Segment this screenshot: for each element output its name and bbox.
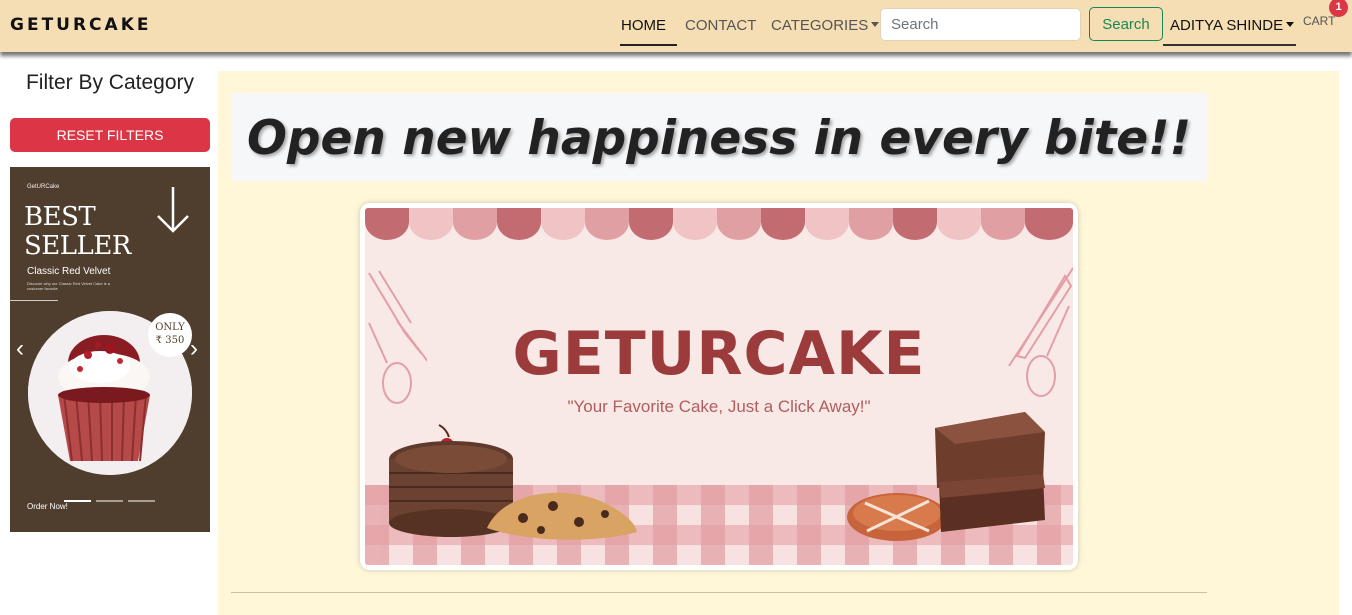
brand-logo[interactable]: GETURCAKE bbox=[10, 15, 151, 35]
reset-filters-button[interactable]: RESET FILTERS bbox=[10, 118, 210, 152]
promo-carousel[interactable]: GetURCake BEST SELLER Classic Red Velvet… bbox=[10, 167, 210, 532]
active-nav-indicator bbox=[620, 44, 677, 46]
carousel-heading-line2: SELLER bbox=[24, 231, 131, 261]
nav-categories-label: CATEGORIES bbox=[771, 17, 869, 34]
cart-link[interactable]: CART bbox=[1303, 14, 1335, 28]
carousel-product-name: Classic Red Velvet bbox=[27, 266, 111, 277]
brownie-illustration bbox=[935, 412, 1045, 532]
banner-tagline: "Your Favorite Cake, Just a Click Away!" bbox=[567, 397, 871, 416]
nav-home-link[interactable]: HOME bbox=[621, 17, 666, 34]
awning-decoration bbox=[365, 208, 1073, 240]
price-prefix: ONLY bbox=[155, 322, 185, 333]
price-value: ₹ 350 bbox=[155, 335, 185, 346]
nav-categories-dropdown[interactable]: CATEGORIES bbox=[771, 17, 880, 34]
carousel-indicator-2[interactable] bbox=[96, 500, 123, 502]
navbar: GETURCAKE HOME CONTACT CATEGORIES Search… bbox=[0, 0, 1352, 52]
section-divider bbox=[231, 592, 1207, 593]
carousel-indicator-1[interactable] bbox=[64, 500, 91, 502]
carousel-heading: BEST SELLER bbox=[24, 203, 131, 261]
caret-down-icon bbox=[871, 22, 880, 27]
banner-image: GETURCAKE "Your Favorite Cake, Just a Cl… bbox=[365, 208, 1073, 565]
nav-contact-link[interactable]: CONTACT bbox=[685, 17, 756, 34]
order-now-link[interactable]: Order Now! bbox=[27, 502, 68, 511]
carousel-description: Discover why our Classic Red Velvet Cake… bbox=[27, 281, 110, 291]
carousel-separator bbox=[10, 300, 58, 301]
hero-text: Open new happiness in every bite!! bbox=[246, 111, 1192, 166]
caret-down-icon bbox=[1286, 22, 1295, 27]
carousel-indicator-3[interactable] bbox=[128, 500, 155, 502]
carousel-prev-button[interactable]: ‹ bbox=[16, 335, 24, 363]
cookie-illustration bbox=[487, 492, 637, 540]
carousel-heading-line1: BEST bbox=[24, 202, 96, 232]
carousel-next-button[interactable]: › bbox=[190, 335, 198, 363]
search-button[interactable]: Search bbox=[1089, 7, 1163, 41]
carousel-brand: GetURCake bbox=[27, 184, 60, 190]
user-name: ADITYA SHINDE bbox=[1170, 17, 1284, 34]
arrow-down-icon bbox=[157, 187, 189, 233]
user-menu-dropdown[interactable]: ADITYA SHINDE bbox=[1163, 8, 1296, 46]
price-badge: ONLY ₹ 350 bbox=[148, 313, 192, 357]
filter-title: Filter By Category bbox=[25, 71, 195, 94]
banner-title: GETURCAKE bbox=[512, 319, 926, 389]
cart-count-badge: 1 bbox=[1329, 0, 1348, 17]
hero-banner: Open new happiness in every bite!! bbox=[231, 93, 1207, 181]
promo-banner: GETURCAKE "Your Favorite Cake, Just a Cl… bbox=[360, 203, 1078, 570]
search-input[interactable] bbox=[880, 8, 1081, 41]
